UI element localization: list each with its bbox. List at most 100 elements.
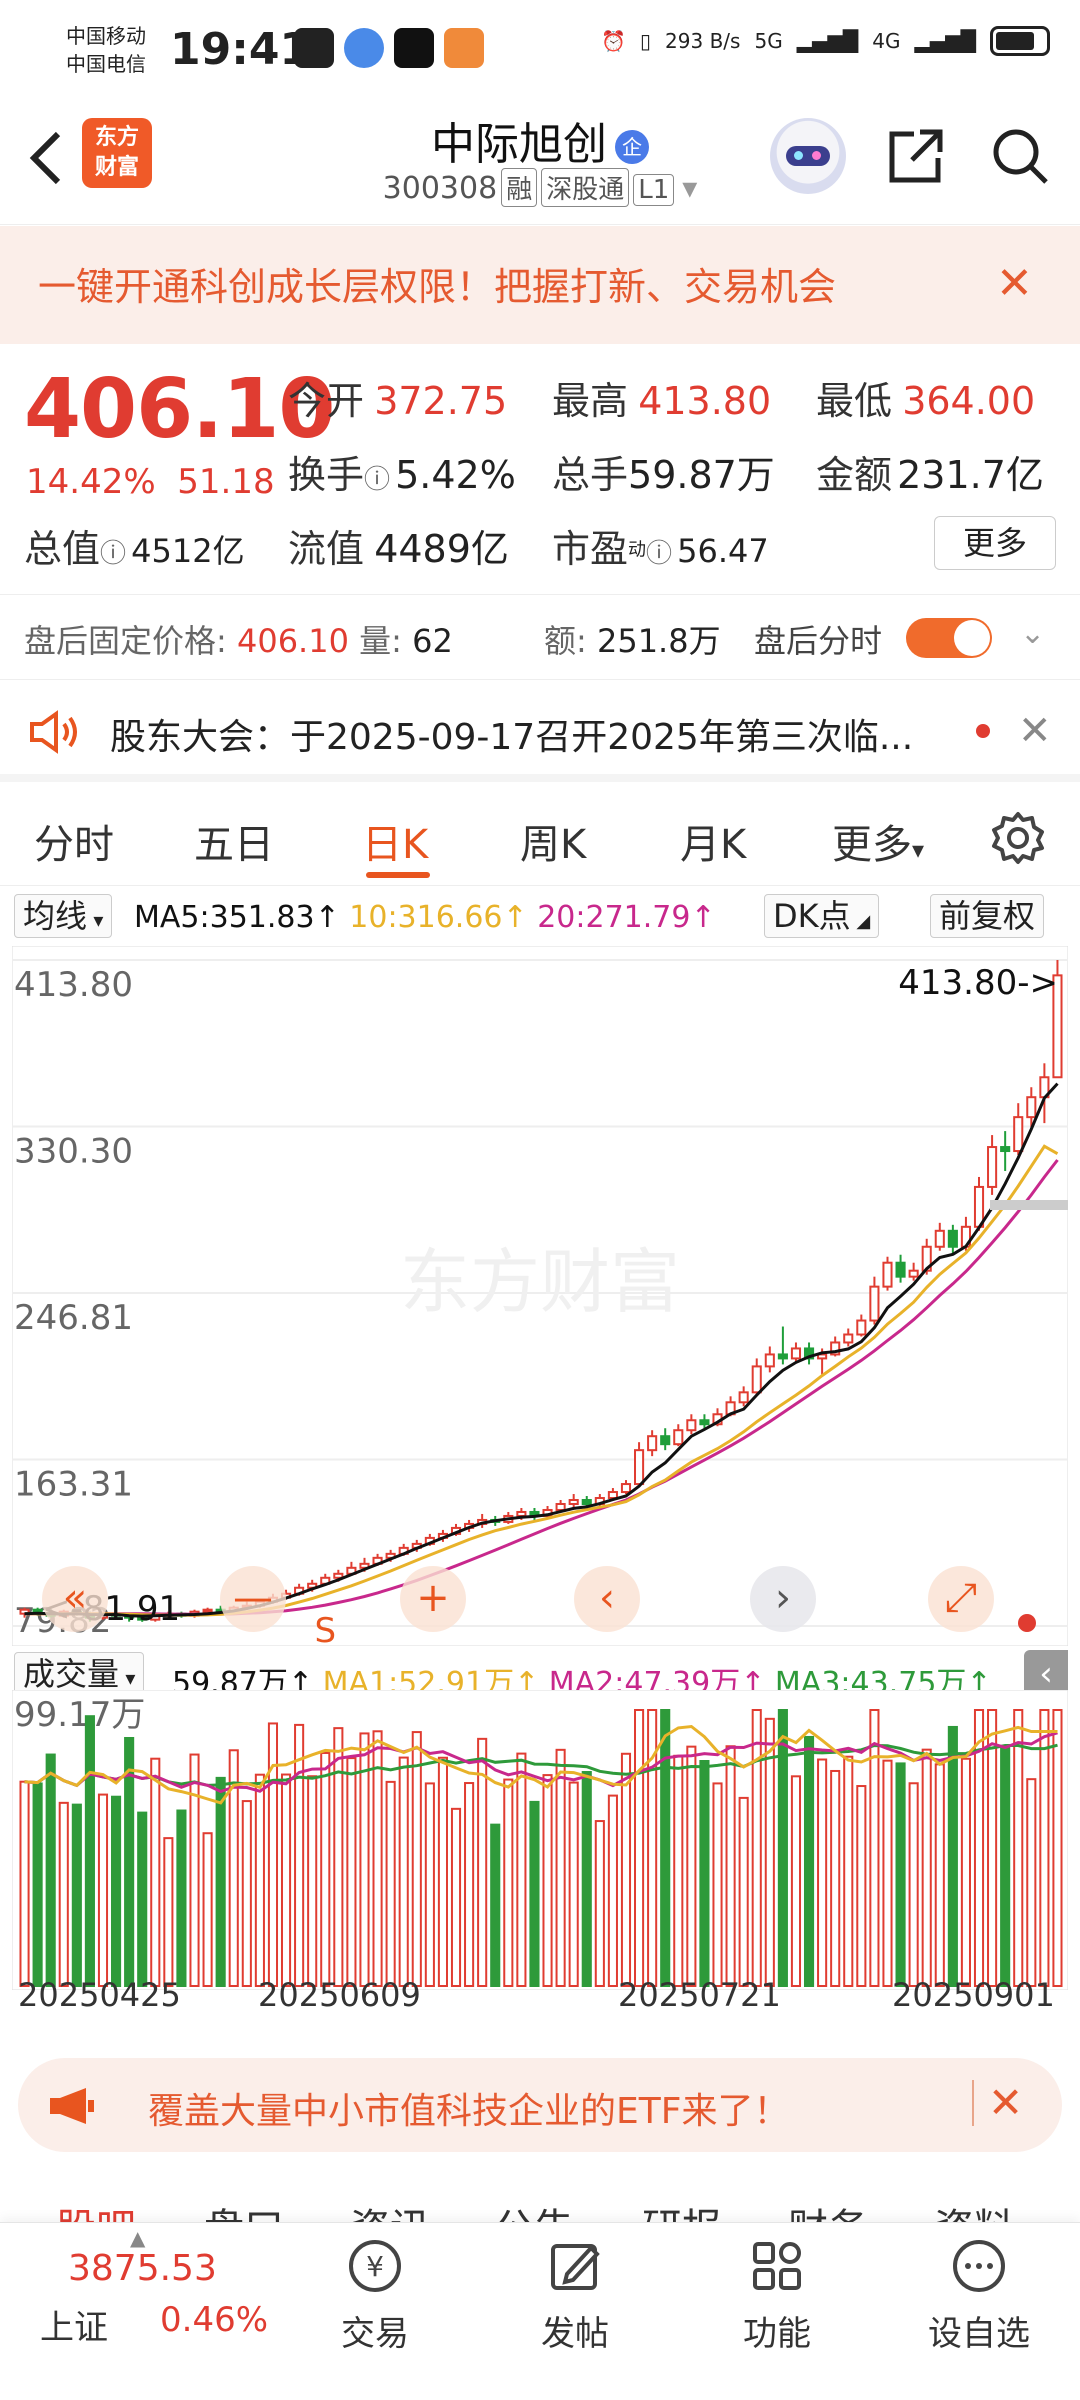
notice-text[interactable]: 股东大会：于2025-09-17召开2025年第三次临... [110,708,913,760]
low-stat: 最低 364.00 [816,379,1036,423]
candle-down [699,1419,710,1426]
gear-icon[interactable] [990,810,1046,866]
megaphone-icon [50,2088,94,2124]
kline-chart[interactable]: 东方财富 413.80330.30246.81163.3179.82 413.8… [12,946,1068,1646]
market-cap-stat: 总值ⓘ 4512亿 [24,527,245,571]
notice-close-icon[interactable]: ✕ [1018,708,1052,754]
scroll-left-fast-icon[interactable]: « [42,1566,108,1632]
candle-up [856,1319,867,1336]
after-hours-toggle[interactable] [906,618,992,658]
dk-points-button[interactable]: DK点 ◢ [764,894,880,938]
unread-dot [976,724,990,738]
candle-up [634,1449,645,1486]
etf-text[interactable]: 覆盖大量中小市值科技企业的ETF来了！ [148,2082,789,2134]
adjust-button[interactable]: 前复权 [930,894,1045,938]
promo-text[interactable]: 一键开通科创成长层权限！把握打新、交易机会 [38,256,836,311]
more-stats-button[interactable]: 更多 [934,516,1056,570]
etf-close-icon[interactable]: ✕ [988,2078,1023,2127]
caret-up-icon: ▲ [130,2226,146,2250]
volume-bar-up [280,1773,292,1987]
volume-bar-up [830,1769,841,1988]
candle-up [1026,1096,1037,1119]
volume-bar-up [620,1752,632,1987]
candle-up [1013,1116,1024,1153]
volume-bar-up [1039,1709,1050,1987]
tab-daily-k[interactable]: 日K [362,812,428,870]
candle-down [660,1435,671,1446]
volume-bar-up [241,1800,252,1987]
y-tick-label: 163.31 [14,1465,133,1505]
tab-more[interactable]: 更多▾ [832,812,924,870]
carrier-2: 中国电信 [66,52,146,76]
zoom-out-icon[interactable]: — [220,1566,286,1632]
candle-up [738,1391,749,1404]
chevron-down-icon[interactable]: ⌄ [1020,616,1045,651]
speaker-icon [30,710,77,754]
candle-down [895,1261,906,1278]
move-right-icon[interactable]: › [750,1566,816,1632]
stock-name: 中际旭创 [431,119,607,170]
ma5-value: MA5:351.83↑ [134,900,340,935]
nav-trade[interactable]: ¥ 交易 [310,2236,440,2355]
share-icon[interactable] [884,124,948,188]
x-axis-dates: 20250425 20250609 20250721 20250901 [0,1976,1080,2026]
candle-up [934,1229,945,1248]
tag-connect: 深股通 [541,168,630,207]
volume-bar-up [163,1837,174,1987]
current-price-strip [990,1200,1068,1210]
volume-bar-up [673,1754,684,1987]
info-icon: ⓘ [364,465,391,495]
index-change[interactable]: 0.46% [160,2300,268,2340]
volume-bar-up [254,1773,265,1987]
tab-monthly-k[interactable]: 月K [680,812,746,870]
clock: 19:41 [170,24,311,75]
candle-up [202,1608,213,1613]
tab-timeshare[interactable]: 分时 [34,812,114,870]
volume-bar-up [385,1780,396,1987]
volume-bar-up [1052,1709,1063,1987]
ma-select-button[interactable]: 均线 ▾ [14,894,113,938]
volume-bar-up [19,1780,30,1987]
volume-bar-up [921,1748,932,1987]
fullscreen-icon[interactable]: ⤢ [928,1566,994,1632]
index-value[interactable]: 3875.53 [68,2248,217,2289]
move-left-icon[interactable]: ‹ [574,1566,640,1632]
nav-post[interactable]: 发帖 [510,2236,640,2355]
volume-bar-down [660,1709,671,1987]
candle-up [764,1353,775,1368]
dk-marks: S [314,1611,336,1646]
index-name[interactable]: 上证 [40,2300,108,2349]
nav-add-watchlist[interactable]: 设自选 [914,2236,1044,2355]
open-stat: 今开 372.75 [288,379,508,423]
ai-assistant-icon[interactable] [770,118,846,194]
volume-bar-down [215,1776,226,1987]
tab-five-day[interactable]: 五日 [194,812,274,870]
candle-up [673,1429,684,1446]
candle-down [581,1499,592,1505]
candle-down [777,1353,788,1360]
nav-functions[interactable]: 功能 [712,2236,842,2355]
ma-values: MA5:351.83↑ 10:316.66↑ 20:271.79↑ [134,900,716,935]
zoom-in-icon[interactable]: + [400,1566,466,1632]
tab-weekly-k[interactable]: 周K [520,812,586,870]
volume-bar-up [856,1785,867,1987]
volume-bar-up [725,1745,736,1987]
volume-bar-down [581,1771,592,1988]
net-speed: 293 B/s [665,29,741,53]
signal-icon-2: ▂▄▆█ [914,29,976,53]
volume-bar-up [307,1775,318,1987]
promo-close-icon[interactable]: ✕ [996,258,1033,309]
candle-down [1000,1146,1011,1153]
alert-dot [1018,1614,1036,1632]
candle-up [620,1483,632,1494]
date-tick-3: 20250721 [618,1976,781,2014]
search-icon[interactable] [988,124,1052,188]
volume-bar-up [607,1794,618,1987]
volume-bar-up [960,1757,971,1988]
volume-chart[interactable]: 99.17万 [12,1690,1068,1990]
battery-icon [990,26,1050,56]
after-hours-price: 盘后固定价格: 406.10 量: 62 [24,622,453,660]
volume-bar-up [882,1759,893,1987]
active-tab-indicator [366,872,430,878]
carrier-1: 中国移动 [66,24,146,48]
